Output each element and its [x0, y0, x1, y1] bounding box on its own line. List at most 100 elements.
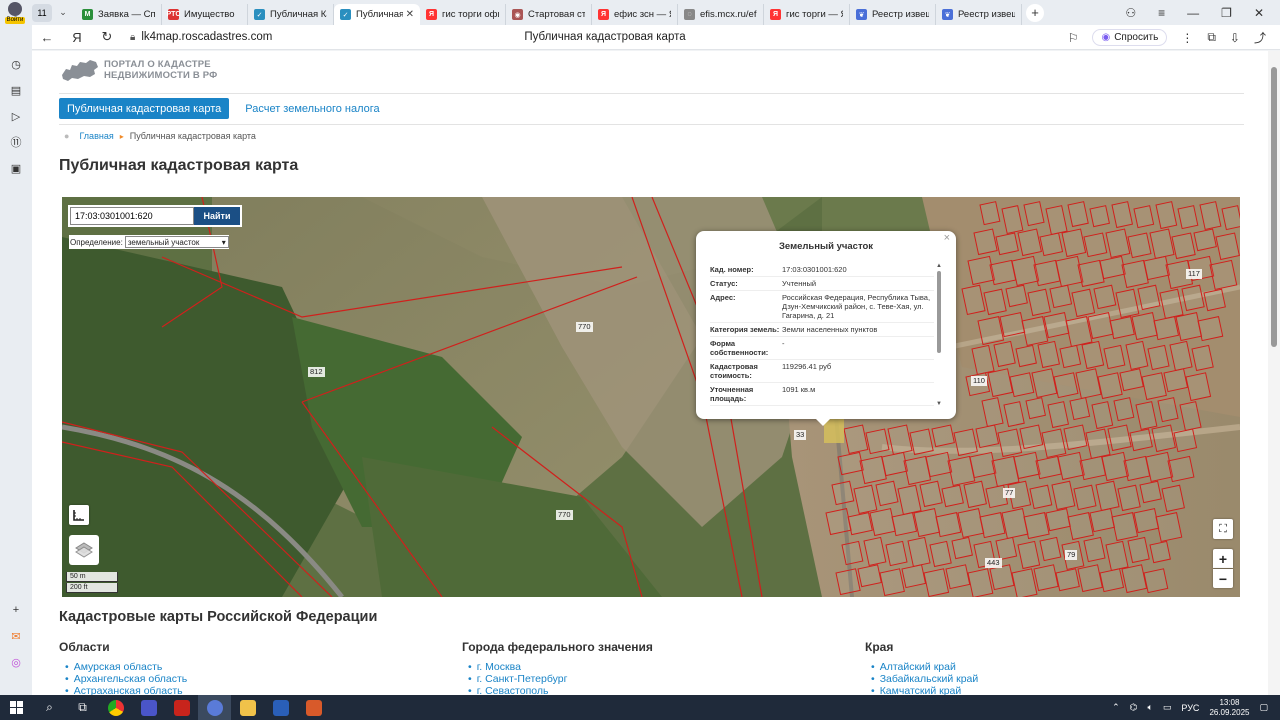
logo-line-2: НЕДВИЖИМОСТИ В РФ: [104, 70, 218, 81]
url-field[interactable]: 🔒︎ lk4map.roscadastres.com: [130, 31, 460, 43]
network-icon[interactable]: ⌬: [1130, 702, 1138, 713]
more-icon[interactable]: ⋮: [1181, 31, 1193, 45]
region-link[interactable]: Алтайский край: [871, 661, 1245, 673]
profile-button[interactable]: Войти: [0, 0, 30, 25]
popup-scrollbar[interactable]: ▲ ▼: [936, 263, 942, 407]
close-tab-icon[interactable]: ✕: [406, 9, 414, 20]
region-link[interactable]: г. Москва: [468, 661, 842, 673]
new-tab-button[interactable]: +: [1026, 3, 1044, 22]
ask-button[interactable]: ◉ Спросить: [1092, 29, 1168, 46]
browser-tab[interactable]: Ягис торги — Ян: [764, 4, 850, 25]
notifications-icon[interactable]: ▢: [1259, 702, 1268, 713]
history-icon[interactable]: ◷: [0, 51, 32, 77]
region-link[interactable]: Астраханская область: [65, 685, 439, 695]
layers-button[interactable]: [69, 535, 99, 565]
region-column-heading: Города федерального значения: [462, 640, 653, 654]
russia-map-icon: [62, 60, 98, 81]
screenshot-icon[interactable]: ▣: [0, 155, 32, 181]
acrobat-app-icon[interactable]: [165, 695, 198, 720]
browser-tab[interactable]: РТС Имущество: [162, 4, 248, 25]
restore-button[interactable]: ❐: [1221, 6, 1232, 20]
collections-icon[interactable]: ▤: [0, 77, 32, 103]
task-view-icon[interactable]: ⧉: [66, 695, 99, 720]
file-explorer-app-icon[interactable]: [231, 695, 264, 720]
scroll-up-icon[interactable]: ▲: [936, 263, 942, 269]
video-icon[interactable]: ▷: [0, 103, 32, 129]
back-button[interactable]: ←: [32, 30, 62, 45]
tab-group-icon[interactable]: ⑪: [0, 129, 32, 155]
tab-title: гис торги — Ян: [786, 9, 843, 20]
page-title: Публичная кадастровая карта: [59, 157, 299, 174]
word-app-icon[interactable]: [264, 695, 297, 720]
language-indicator[interactable]: РУС: [1181, 703, 1199, 713]
site-logo[interactable]: ПОРТАЛ О КАДАСТРЕ НЕДВИЖИМОСТИ В РФ: [60, 57, 218, 83]
bookmark-icon[interactable]: ⚐: [1068, 31, 1079, 45]
page-scrollbar[interactable]: [1268, 51, 1280, 695]
parcel-info-popup: × Земельный участок Кад. номер: 17:03:030…: [696, 231, 956, 426]
zoom-in-button[interactable]: +: [1213, 549, 1233, 568]
volume-icon[interactable]: 🔈︎: [1147, 702, 1152, 713]
add-panel-icon[interactable]: +: [0, 597, 32, 623]
zoom-out-button[interactable]: −: [1213, 569, 1233, 588]
tab-favicon-icon: РТС: [166, 9, 181, 20]
browser-tab[interactable]: Яефис зсн — Ян: [592, 4, 678, 25]
browser-tab[interactable]: ◌ efis.mcx.ru/efi: [678, 4, 764, 25]
browser-tab[interactable]: Ягис торги офи: [420, 4, 506, 25]
tab-count-button[interactable]: 11: [32, 3, 52, 22]
share-icon[interactable]: ⤴: [1254, 29, 1266, 46]
close-icon[interactable]: ×: [944, 232, 950, 244]
region-link[interactable]: г. Санкт-Петербург: [468, 673, 842, 685]
parcel-label: 770: [556, 510, 573, 520]
popup-rows[interactable]: Кад. номер: 17:03:0301001:620 Статус: Учтен…: [710, 263, 934, 407]
popup-pointer: [816, 419, 830, 426]
ruler-button[interactable]: [69, 505, 89, 525]
browser-tab[interactable]: ❦ Реестр извещ: [936, 4, 1022, 25]
close-window-button[interactable]: ✕: [1254, 6, 1264, 20]
mail-icon[interactable]: ✉: [0, 623, 32, 649]
popup-row-value: -: [782, 339, 785, 348]
chevron-down-icon[interactable]: ⌄: [54, 4, 72, 22]
extensions-icon[interactable]: ⧉: [1207, 30, 1216, 45]
yandex-browser-app-icon[interactable]: [198, 695, 231, 720]
region-link[interactable]: Забайкальский край: [871, 673, 1245, 685]
chrome-app-icon[interactable]: [99, 695, 132, 720]
tab-title: Реестр извеще: [872, 9, 929, 20]
region-link[interactable]: Архангельская область: [65, 673, 439, 685]
tab-land-tax[interactable]: Расчет земельного налога: [237, 98, 387, 119]
battery-icon[interactable]: ▭: [1163, 702, 1172, 713]
tab-public-map[interactable]: Публичная кадастровая карта: [59, 98, 230, 119]
parcel-label: 443: [985, 558, 1002, 568]
clock[interactable]: 13:08 26.09.2025: [1209, 698, 1249, 718]
browser-tab[interactable]: ✓ Публичная ✕: [334, 4, 420, 25]
tab-favicon-icon: Я: [426, 9, 437, 20]
cadastral-map[interactable]: 770 812 770 33 117 110 77 79 443 Найти О…: [62, 197, 1240, 597]
region-link[interactable]: г. Севастополь: [468, 685, 842, 695]
alice-sidebar-icon[interactable]: ◎: [0, 649, 32, 675]
cadastral-number-input[interactable]: [70, 207, 194, 225]
region-link[interactable]: Амурская область: [65, 661, 439, 673]
browser-tab[interactable]: ◉ Стартовая стр: [506, 4, 592, 25]
search-icon[interactable]: ⌕: [33, 695, 66, 720]
yandex-icon[interactable]: Я: [62, 30, 92, 45]
user-icon[interactable]: ⚇: [1125, 6, 1136, 20]
browser-tab[interactable]: M Заявка — Спи: [76, 4, 162, 25]
definition-select[interactable]: земельный участок ▾: [124, 236, 229, 248]
calculator-app-icon[interactable]: [132, 695, 165, 720]
fullscreen-button[interactable]: ⛶: [1213, 519, 1233, 539]
browser-tab[interactable]: ✓ Публичная Ка: [248, 4, 334, 25]
paint-app-icon[interactable]: [297, 695, 330, 720]
scroll-down-icon[interactable]: ▼: [936, 401, 942, 407]
menu-icon[interactable]: ≡: [1158, 6, 1165, 20]
breadcrumb-home-link[interactable]: Главная: [79, 131, 113, 141]
definition-value: земельный участок: [127, 237, 200, 247]
windows-start-icon[interactable]: [0, 695, 33, 720]
minimize-button[interactable]: —: [1187, 6, 1199, 20]
tab-title: efis.mcx.ru/efi: [700, 9, 757, 20]
browser-tab[interactable]: ❦ Реестр извеще: [850, 4, 936, 25]
downloads-icon[interactable]: ⇩: [1230, 31, 1240, 45]
region-link[interactable]: Камчатский край: [871, 685, 1245, 695]
chevron-up-icon[interactable]: ⌃: [1112, 702, 1120, 713]
search-button[interactable]: Найти: [194, 207, 240, 225]
popup-row-key: Форма собственности:: [710, 339, 769, 357]
reload-button[interactable]: ↻: [92, 29, 122, 45]
